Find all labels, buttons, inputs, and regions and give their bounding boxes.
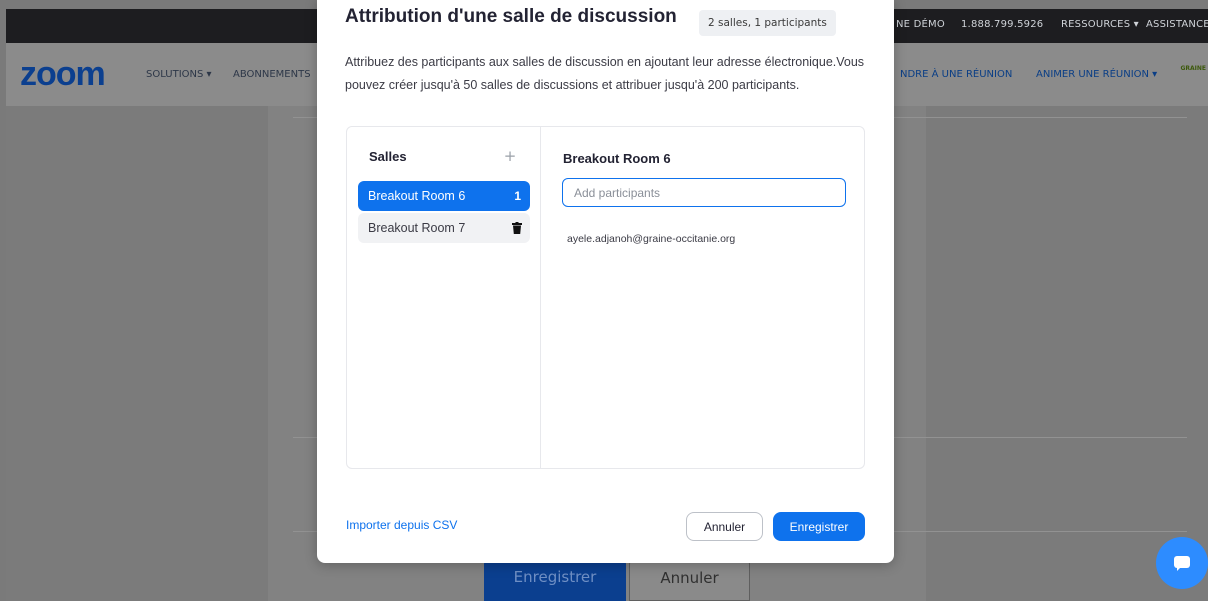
trash-icon[interactable] [512,222,522,234]
selected-room-title: Breakout Room 6 [563,151,671,166]
support-link[interactable]: ASSISTANCE [1146,19,1208,30]
cancel-button[interactable]: Annuler [686,512,763,541]
rooms-heading: Salles [369,149,407,164]
breakout-assignment-dialog: Attribution d'une salle de discussion 2 … [317,0,894,563]
add-participants-input[interactable] [562,178,846,207]
resources-menu[interactable]: RESSOURCES ▾ [1061,19,1139,30]
room-name: Breakout Room 6 [368,189,466,203]
participant-email: ayele.adjanoh@graine-occitanie.org [567,233,736,245]
import-csv-link[interactable]: Importer depuis CSV [346,518,457,532]
brand-logo: GRAINE [1180,65,1206,72]
nav-join-meeting[interactable]: NDRE À UNE RÉUNION [900,69,1012,80]
request-demo-link[interactable]: NE DÉMO [896,19,945,30]
room-detail-panel: Breakout Room 6 ayele.adjanoh@graine-occ… [541,127,864,468]
dialog-title: Attribution d'une salle de discussion [345,6,677,27]
rooms-list-panel: Salles + Breakout Room 6 1 Breakout Room… [347,127,541,468]
nav-solutions[interactable]: SOLUTIONS ▾ [146,69,212,80]
plus-icon[interactable]: + [503,149,517,164]
page-save-button[interactable]: Enregistrer [484,560,626,601]
phone-number[interactable]: 1.888.799.5926 [961,19,1043,30]
rooms-count-badge: 2 salles, 1 participants [699,10,836,36]
nav-host-meeting[interactable]: ANIMER UNE RÉUNION ▾ [1036,69,1157,80]
room-participant-count: 1 [514,189,521,203]
room-name: Breakout Room 7 [368,221,466,235]
room-item-breakout-room-6[interactable]: Breakout Room 6 1 [358,181,530,211]
page-cancel-button[interactable]: Annuler [629,560,750,601]
dialog-description: Attribuez des participants aux salles de… [345,55,865,92]
zoom-logo[interactable]: zoom [20,55,106,94]
chat-button[interactable] [1156,537,1208,589]
room-item-breakout-room-7[interactable]: Breakout Room 7 [358,213,530,243]
nav-plans[interactable]: ABONNEMENTS [233,69,311,80]
chat-bubble-icon [1174,556,1190,571]
save-button[interactable]: Enregistrer [773,512,865,541]
rooms-container: Salles + Breakout Room 6 1 Breakout Room… [346,126,865,469]
